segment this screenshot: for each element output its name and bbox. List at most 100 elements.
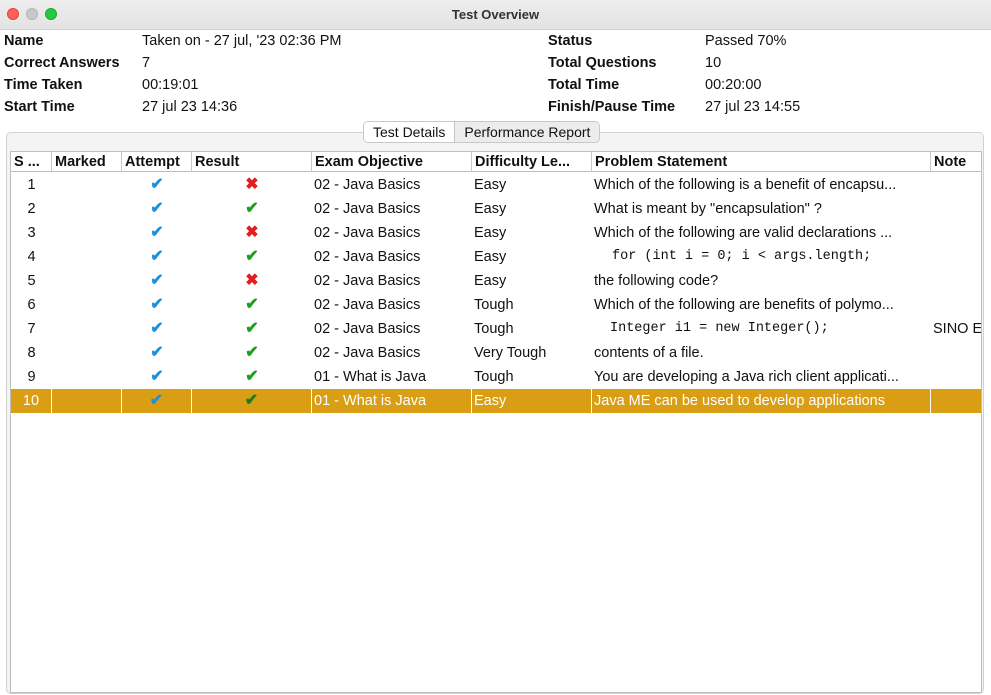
- attempted-check-icon: ✔: [150, 248, 164, 265]
- column-header-exam-objective[interactable]: Exam Objective: [312, 152, 472, 172]
- cell-exam-objective: 01 - What is Java: [314, 369, 427, 385]
- start-time-value: 27 jul 23 14:36: [142, 99, 238, 115]
- time-taken-label: Time Taken: [4, 77, 83, 93]
- table-row[interactable]: 2 ✔ ✔ 02 - Java Basics Easy What is meant by …: [11, 197, 981, 221]
- name-value: Taken on - 27 jul, '23 02:36 PM: [142, 33, 342, 49]
- cell-exam-objective: 02 - Java Basics: [314, 225, 421, 241]
- cell-note: [931, 365, 981, 389]
- window-title: Test Overview: [451, 7, 540, 22]
- cell-sno: 10: [11, 389, 52, 413]
- column-header-attempt[interactable]: Attempt: [122, 152, 192, 172]
- cell-exam-objective: 02 - Java Basics: [314, 321, 421, 337]
- cell-result: ✔: [192, 197, 312, 221]
- cell-attempt: ✔: [122, 341, 192, 365]
- table-row[interactable]: 1 ✔ ✖ 02 - Java Basics Easy Which of the foll…: [11, 173, 981, 197]
- attempted-check-icon: ✔: [150, 296, 164, 313]
- correct-check-icon: ✔: [245, 200, 259, 217]
- cell-result: ✔: [192, 341, 312, 365]
- cell-attempt: ✔: [122, 269, 192, 293]
- cell-problem-statement: Which of the following is a benefit of e…: [594, 177, 897, 193]
- column-header-note[interactable]: Note: [931, 152, 981, 172]
- correct-check-icon: ✔: [244, 392, 259, 409]
- table-row[interactable]: 10 ✔ ✔ 01 - What is Java Easy Java ME can be …: [11, 389, 981, 413]
- correct-check-icon: ✔: [245, 248, 259, 265]
- title-bar: Test Overview: [0, 0, 991, 30]
- column-header-difficulty[interactable]: Difficulty Le...: [472, 152, 592, 172]
- attempted-check-icon: ✔: [150, 200, 164, 217]
- correct-check-icon: ✔: [245, 296, 259, 313]
- cell-note: [931, 293, 981, 317]
- cell-note: [931, 245, 981, 269]
- table-row[interactable]: 9 ✔ ✔ 01 - What is Java Tough You are develop…: [11, 365, 981, 389]
- cell-exam-objective: 01 - What is Java: [312, 389, 472, 413]
- correct-answers-value: 7: [142, 55, 151, 71]
- tab-performance-report[interactable]: Performance Report: [455, 122, 600, 142]
- finish-pause-time-value: 27 jul 23 14:55: [705, 99, 801, 115]
- cell-result: ✖: [192, 221, 312, 245]
- start-time-label: Start Time: [4, 99, 75, 115]
- cell-attempt: ✔: [122, 293, 192, 317]
- cell-note: SINO E: [933, 321, 982, 337]
- cell-result: ✔: [192, 293, 312, 317]
- cell-difficulty: Easy: [474, 177, 507, 193]
- attempted-check-icon: ✔: [150, 344, 164, 361]
- column-header-result[interactable]: Result: [192, 152, 312, 172]
- cell-attempt: ✔: [122, 197, 192, 221]
- cell-result: ✖: [192, 269, 312, 293]
- tab-bar: Test Details Performance Report: [363, 121, 601, 143]
- column-header-marked[interactable]: Marked: [52, 152, 122, 172]
- cell-difficulty: Very Tough: [474, 345, 547, 361]
- cell-exam-objective: 02 - Java Basics: [314, 273, 421, 289]
- cell-marked: [52, 341, 122, 365]
- cell-problem-statement: You are developing a Java rich client ap…: [594, 369, 899, 385]
- cell-result: ✔: [192, 245, 312, 269]
- cell-marked: [52, 269, 122, 293]
- cell-attempt: ✔: [122, 365, 192, 389]
- cell-difficulty: Tough: [474, 297, 514, 313]
- cell-sno: 6: [27, 297, 36, 313]
- cell-note: [931, 197, 981, 221]
- column-header-problem-statement[interactable]: Problem Statement: [592, 152, 931, 172]
- cell-note: [931, 269, 981, 293]
- cell-sno: 7: [27, 321, 36, 337]
- cell-marked: [52, 365, 122, 389]
- attempted-check-icon: ✔: [150, 224, 164, 241]
- cell-note: [931, 389, 981, 413]
- cell-problem-statement: Which of the following are valid declara…: [594, 225, 893, 241]
- cell-marked: [52, 173, 122, 197]
- attempted-check-icon: ✔: [150, 368, 164, 385]
- total-time-value: 00:20:00: [705, 77, 762, 93]
- table-row[interactable]: 4 ✔ ✔ 02 - Java Basics Easy for (int i = 0; i…: [11, 245, 981, 269]
- cell-difficulty: Easy: [472, 389, 592, 413]
- table-row[interactable]: 6 ✔ ✔ 02 - Java Basics Tough Which of the fol…: [11, 293, 981, 317]
- cell-note: [931, 221, 981, 245]
- attempted-check-icon: ✔: [150, 320, 164, 337]
- cell-sno: 5: [27, 273, 36, 289]
- status-value: Passed 70%: [705, 33, 787, 49]
- cell-problem-statement: Integer i1 = new Integer();: [610, 321, 829, 336]
- table-row[interactable]: 5 ✔ ✖ 02 - Java Basics Easy the following cod…: [11, 269, 981, 293]
- table-row[interactable]: 3 ✔ ✖ 02 - Java Basics Easy Which of the foll…: [11, 221, 981, 245]
- attempted-check-icon: ✔: [149, 392, 164, 409]
- column-header-sno[interactable]: S ...: [11, 152, 52, 172]
- correct-check-icon: ✔: [245, 368, 259, 385]
- table-header: S ... Marked Attempt Result Exam Objecti…: [11, 152, 981, 172]
- cell-difficulty: Tough: [474, 321, 514, 337]
- cell-sno: 3: [27, 225, 36, 241]
- table-row[interactable]: 8 ✔ ✔ 02 - Java Basics Very Tough contents of…: [11, 341, 981, 365]
- cell-attempt: ✔: [122, 317, 192, 341]
- table-row[interactable]: 7 ✔ ✔ 02 - Java Basics Tough Integer i1 = new…: [11, 317, 981, 341]
- cell-sno: 1: [27, 177, 36, 193]
- incorrect-cross-icon: ✖: [245, 176, 259, 193]
- cell-exam-objective: 02 - Java Basics: [314, 297, 421, 313]
- name-label: Name: [4, 33, 44, 49]
- cell-attempt: ✔: [122, 389, 192, 413]
- cell-marked: [52, 389, 122, 413]
- cell-marked: [52, 245, 122, 269]
- correct-check-icon: ✔: [245, 344, 259, 361]
- tab-test-details[interactable]: Test Details: [364, 122, 456, 142]
- attempted-check-icon: ✔: [150, 176, 164, 193]
- cell-exam-objective: 02 - Java Basics: [314, 345, 421, 361]
- cell-sno: 4: [27, 249, 36, 265]
- cell-difficulty: Easy: [474, 273, 507, 289]
